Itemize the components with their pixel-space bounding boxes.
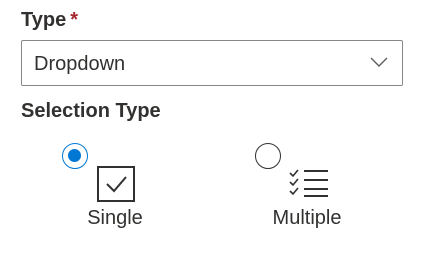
field-form: Type * Dropdown Selection Type Single Mul…: [0, 0, 426, 258]
multiple-option-label: Multiple: [272, 207, 342, 229]
selection-option-single[interactable]: Single: [40, 140, 190, 236]
selection-option-multiple[interactable]: Multiple: [232, 140, 382, 236]
checklist-icon: [289, 169, 328, 197]
type-dropdown-value: Dropdown: [34, 53, 126, 75]
required-marker: *: [70, 9, 78, 31]
single-option-label: Single: [87, 207, 143, 229]
multiple-radio[interactable]: [255, 143, 281, 169]
type-dropdown[interactable]: Dropdown: [21, 40, 403, 86]
single-radio[interactable]: [62, 143, 88, 169]
single-check-icon: [97, 166, 135, 202]
selection-type-label: Selection Type: [21, 100, 161, 122]
type-label-text: Type: [21, 9, 67, 31]
type-field-label: Type *: [21, 8, 78, 32]
chevron-down-icon: [370, 57, 388, 67]
